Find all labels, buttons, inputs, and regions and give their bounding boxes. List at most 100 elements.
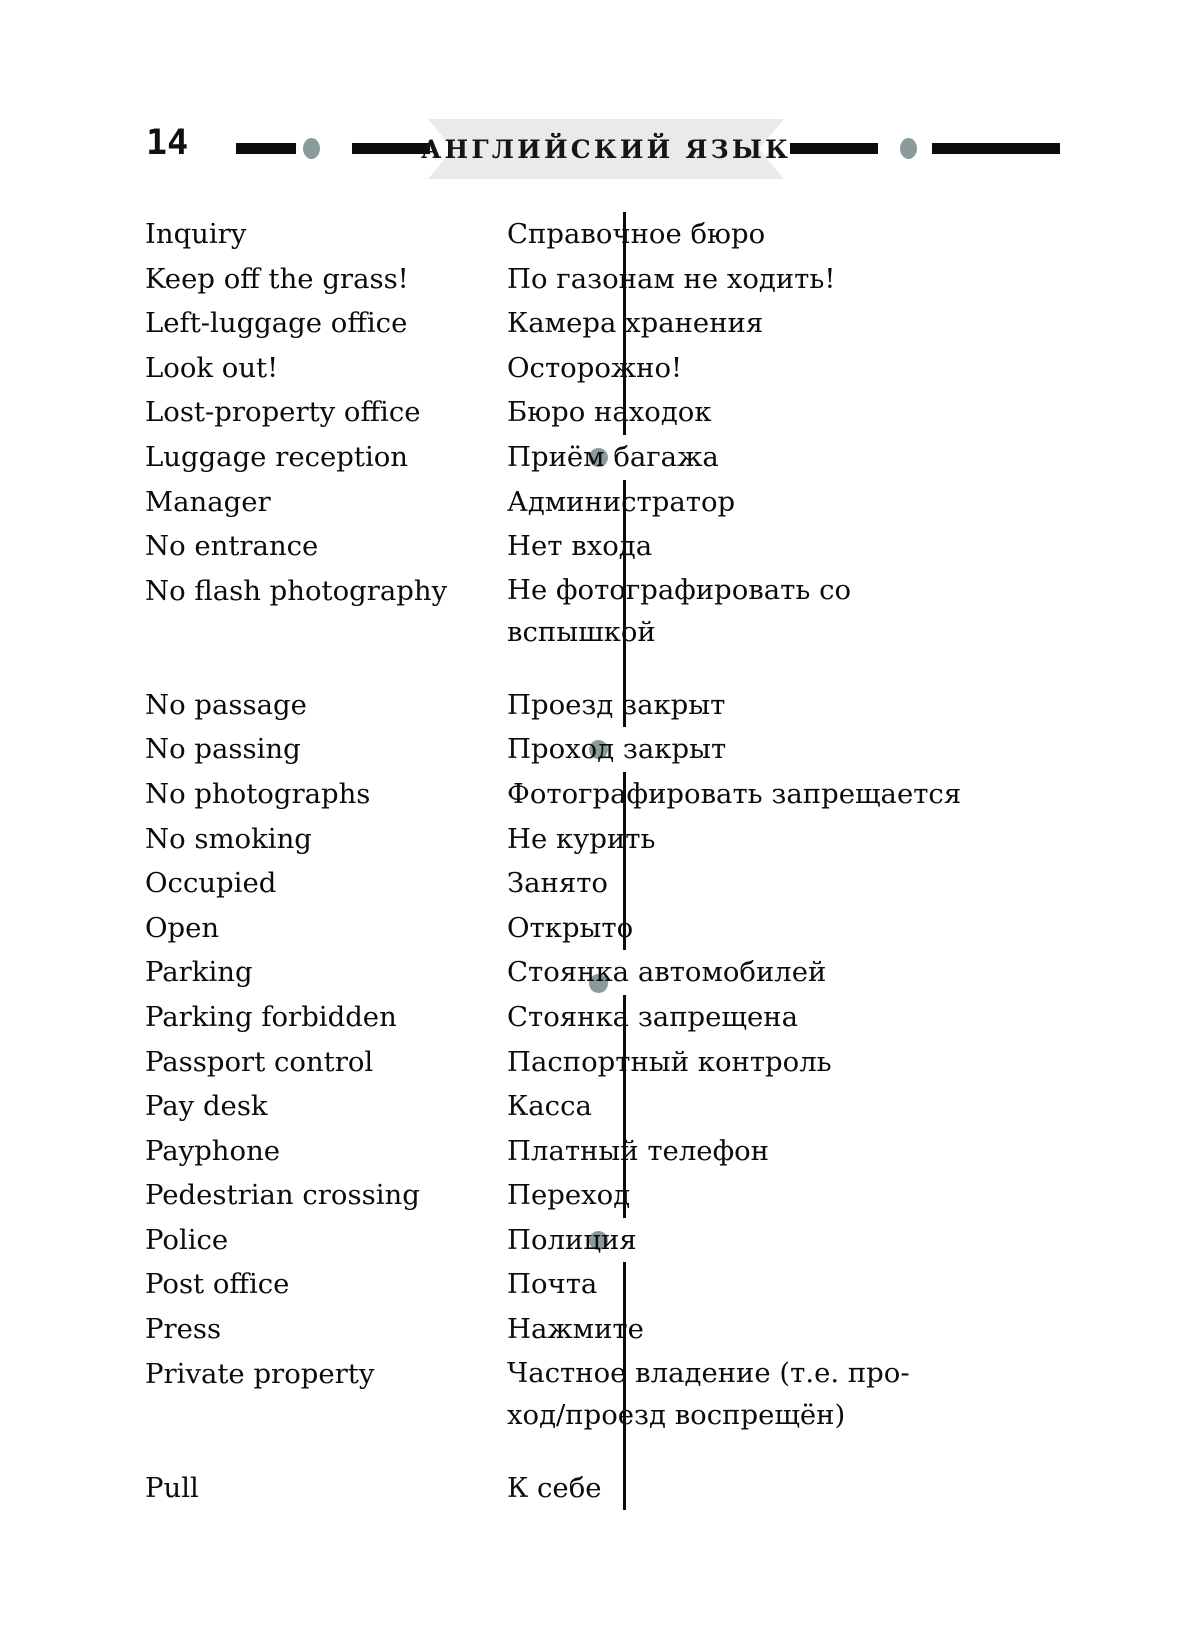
russian-term: Переход (507, 1179, 631, 1212)
english-term: Payphone (145, 1134, 281, 1167)
english-term: Occupied (145, 867, 277, 900)
english-cell: Pay desk (0, 1084, 485, 1129)
russian-cell: Платный телефон (485, 1129, 1200, 1174)
english-cell: Parking forbidden (0, 995, 485, 1040)
russian-term: Приём багажа (507, 440, 719, 473)
glossary-row: Passport control Паспортный контроль (0, 1039, 1200, 1085)
english-cell: Parking (0, 950, 485, 995)
glossary-row: Payphone Платный телефон (0, 1128, 1200, 1174)
glossary-row: No smoking Не курить (0, 816, 1200, 862)
russian-term: Администратор (507, 485, 736, 518)
russian-cell: Паспортный контроль (485, 1040, 1200, 1085)
english-cell: No passing (0, 727, 485, 772)
english-term: Left-luggage office (145, 307, 408, 340)
rule-segment-right-outer (932, 143, 1060, 154)
english-term: Private property (145, 1357, 375, 1390)
english-term: No photographs (145, 777, 371, 810)
russian-term: По газонам не ходить! (507, 262, 836, 295)
english-term: Pedestrian crossing (145, 1179, 420, 1212)
russian-term: Полиция (507, 1223, 637, 1256)
glossary-row: Luggage reception Приём багажа (0, 435, 1200, 480)
russian-cell: Проезд закрыт (485, 683, 1200, 728)
russian-term: Почта (507, 1268, 598, 1301)
english-cell: Luggage reception (0, 435, 485, 480)
russian-cell: Бюро находок (485, 390, 1200, 435)
russian-cell: Стоянка автомобилей (485, 950, 1200, 995)
russian-term: Стоянка запрещена (507, 1000, 798, 1033)
russian-term: Занято (507, 867, 608, 900)
english-cell: Passport control (0, 1040, 485, 1085)
russian-cell: По газонам не ходить! (485, 257, 1200, 302)
russian-term: Стоянка автомобилей (507, 956, 827, 989)
english-cell: Pedestrian crossing (0, 1173, 485, 1218)
english-cell: Lost-property office (0, 390, 485, 435)
english-cell: Post office (0, 1262, 485, 1307)
english-cell: Press (0, 1307, 485, 1352)
english-term: No passing (145, 733, 301, 766)
russian-cell: Частное владение (т.е. про-ход/проезд во… (485, 1352, 1200, 1436)
english-term: Inquiry (145, 218, 247, 250)
russian-term: Осторожно! (507, 351, 683, 384)
glossary-row: Parking Стоянка автомобилей (0, 950, 1200, 995)
english-term: Look out! (145, 351, 279, 384)
glossary-row: No passing Проход закрыт (0, 727, 1200, 772)
english-cell: Left-luggage office (0, 301, 485, 346)
english-term: Lost-property office (145, 396, 421, 429)
glossary-row: No photographs Фотографировать запрещаетс… (0, 771, 1200, 817)
banner-title: АНГЛИЙСКИЙ ЯЗЫК (420, 134, 792, 164)
english-term: No entrance (145, 530, 319, 563)
glossary-row: Occupied Занято (0, 861, 1200, 906)
glossary-row: Post office Почта (0, 1262, 1200, 1308)
glossary-row: Open Открыто (0, 905, 1200, 951)
russian-term: Платный телефон (507, 1134, 769, 1167)
english-term: Keep off the grass! (145, 262, 409, 295)
english-cell: Look out! (0, 346, 485, 391)
english-term: Passport control (145, 1045, 374, 1078)
english-cell: No entrance (0, 524, 485, 569)
russian-cell: Нет входа (485, 524, 1200, 569)
english-cell: Keep off the grass! (0, 257, 485, 302)
russian-term: Проезд закрыт (507, 688, 726, 721)
english-cell: No passage (0, 683, 485, 728)
glossary-table: Inquiry Справочное бюро Keep off the grass… (0, 212, 1200, 1511)
english-cell: Pull (0, 1466, 485, 1511)
english-cell: Private property (0, 1352, 485, 1436)
russian-cell: Нажмите (485, 1307, 1200, 1352)
rule-segment-left-inner (352, 143, 430, 154)
english-term: No flash photography (145, 574, 448, 607)
english-term: No passage (145, 688, 307, 721)
russian-cell: Камера хранения (485, 301, 1200, 346)
glossary-row: Inquiry Справочное бюро (0, 212, 1200, 257)
russian-term: Касса (507, 1090, 592, 1123)
russian-term: Не фотографировать со вспышкой (507, 573, 852, 648)
english-term: No smoking (145, 822, 312, 855)
english-cell: Open (0, 906, 485, 951)
dot-ornament-icon-right (900, 138, 917, 159)
russian-cell: Осторожно! (485, 346, 1200, 391)
english-term: Pull (145, 1471, 199, 1504)
russian-term: Справочное бюро (507, 218, 766, 250)
russian-cell: Занято (485, 861, 1200, 906)
russian-term: Нажмите (507, 1313, 644, 1346)
glossary-row: Keep off the grass! По газонам не ходить! (0, 256, 1200, 302)
english-cell: Payphone (0, 1129, 485, 1174)
glossary-row: Police Полиция (0, 1218, 1200, 1263)
column-divider (623, 652, 626, 683)
russian-term: Частное владение (т.е. про-ход/проезд во… (507, 1356, 910, 1431)
english-cell: Occupied (0, 861, 485, 906)
russian-cell: Администратор (485, 480, 1200, 525)
russian-cell: Проход закрыт (485, 727, 1200, 772)
glossary-row: Lost-property office Бюро находок (0, 390, 1200, 435)
english-cell: Manager (0, 480, 485, 525)
glossary-spacer-row (0, 1435, 1200, 1466)
dot-ornament-icon-left (303, 138, 320, 159)
glossary-row: Pedestrian crossing Переход (0, 1173, 1200, 1218)
rule-segment-right-inner (790, 143, 878, 154)
russian-cell: Открыто (485, 906, 1200, 951)
english-cell: No photographs (0, 772, 485, 817)
russian-cell: Не фотографировать со вспышкой (485, 569, 1200, 653)
russian-cell: Полиция (485, 1218, 1200, 1263)
glossary-row: Press Нажмите (0, 1307, 1200, 1352)
russian-cell: К себе (485, 1466, 1200, 1511)
page-number: 14 (146, 123, 189, 163)
